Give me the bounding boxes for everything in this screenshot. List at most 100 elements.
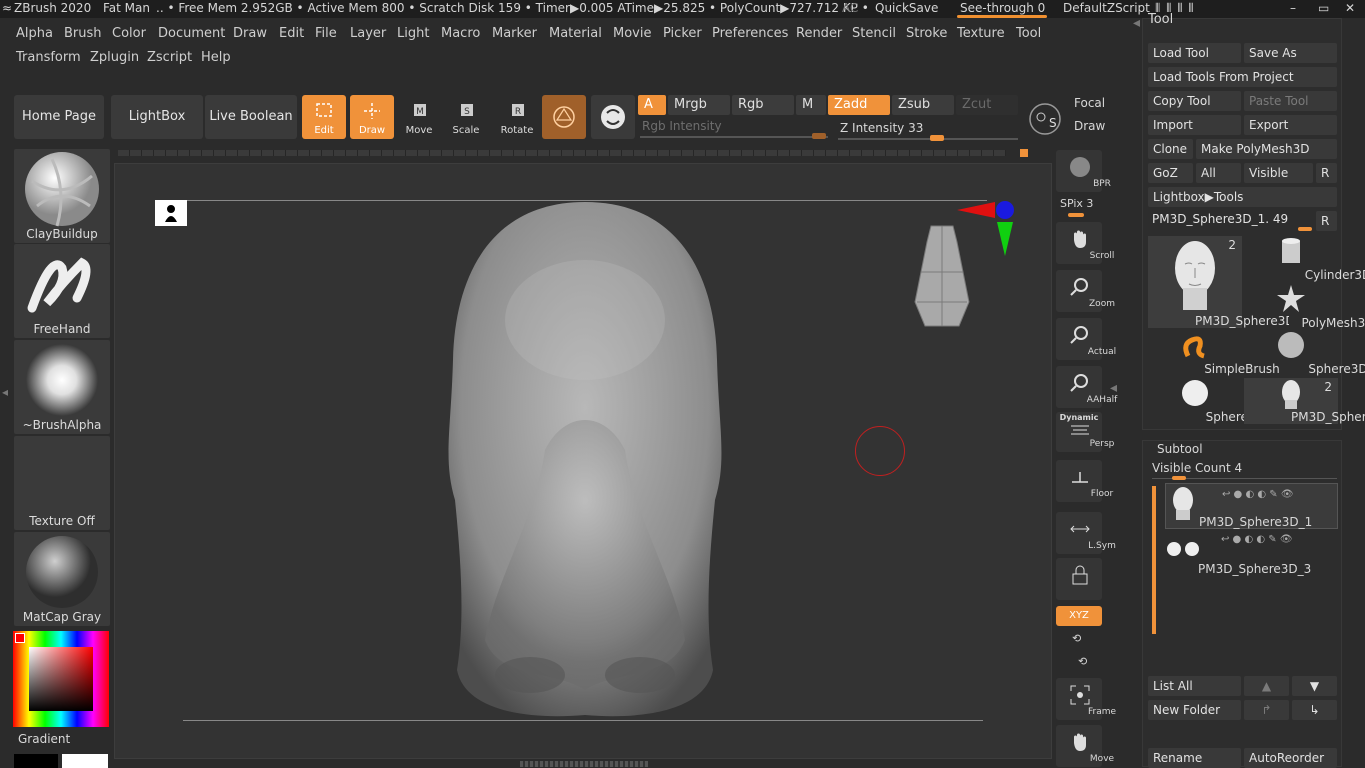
visible-count-handle[interactable] [1172,476,1186,480]
move-out-icon[interactable]: ↱ [1244,700,1289,720]
menu-layer[interactable]: Layer [350,26,386,41]
tool-thumb-pm3d-sphere3d-2[interactable]: 2 PM3D_Sphere3D [1244,378,1365,424]
a-toggle[interactable]: A [638,95,666,115]
rotate-button[interactable]: R Rotate [495,95,539,139]
lightbox-tools-button[interactable]: Lightbox▶Tools [1148,187,1337,207]
z-intensity-handle[interactable] [930,135,944,141]
make-polymesh-button[interactable]: Make PolyMesh3D [1196,139,1337,159]
stroke-selector[interactable]: FreeHand [14,244,110,338]
menu-picker[interactable]: Picker [663,26,702,41]
xyz-toggle[interactable]: XYZ [1056,606,1102,626]
mrgb-toggle[interactable]: Mrgb [668,95,730,115]
menu-movie[interactable]: Movie [613,26,651,41]
edit-button[interactable]: Edit [302,95,346,139]
clone-button[interactable]: Clone [1148,139,1193,159]
menu-brush[interactable]: Brush [64,26,102,41]
sculpt-head-mesh[interactable] [435,200,735,722]
texture-selector[interactable]: Texture Off [14,436,110,530]
zadd-toggle[interactable]: Zadd [828,95,890,115]
menu-transform[interactable]: Transform [16,50,81,65]
live-boolean-button[interactable]: Live Boolean [205,95,297,139]
goz-visible-button[interactable]: Visible [1244,163,1313,183]
current-tool-slider[interactable]: PM3D_Sphere3D_1. 49 [1152,212,1288,226]
tool-thumb-pm3d-sphere3d[interactable]: 2 PM3D_Sphere3D [1148,236,1289,328]
tool-r-button[interactable]: R [1316,211,1337,231]
menu-marker[interactable]: Marker [492,26,537,41]
bpr-button[interactable]: BPR [1056,150,1111,192]
zcut-toggle[interactable]: Zcut [956,95,1018,115]
bottom-tray-handle[interactable] [520,761,648,767]
lightbox-button[interactable]: LightBox [111,95,203,139]
left-tray-toggle-icon[interactable]: ◂ [2,385,8,399]
subtool-scrollbar[interactable] [1152,486,1156,634]
tool-thumb-cylinder3d[interactable]: Cylinder3D [1244,236,1365,282]
m-toggle[interactable]: M [796,95,826,115]
rgb-intensity-handle[interactable] [812,133,826,139]
default-zscript[interactable]: DefaultZScript [1063,1,1150,15]
secondary-color-swatch[interactable] [14,754,58,768]
goz-all-button[interactable]: All [1196,163,1241,183]
gizmo-button[interactable] [591,95,635,139]
paste-tool-button[interactable]: Paste Tool [1244,91,1337,111]
menu-help[interactable]: Help [201,50,231,65]
copy-tool-button[interactable]: Copy Tool [1148,91,1241,111]
color-square[interactable] [29,647,93,711]
zoom-button[interactable]: Zoom [1056,270,1115,312]
main-color-swatch[interactable] [62,754,108,768]
menu-stencil[interactable]: Stencil [852,26,896,41]
tool-panel-toggle-icon[interactable]: ◂ [1133,15,1140,31]
save-as-button[interactable]: Save As [1244,43,1337,63]
goz-r-button[interactable]: R [1316,163,1337,183]
autoreorder-button[interactable]: AutoReorder [1244,748,1337,768]
home-page-button[interactable]: Home Page [14,95,104,139]
quicksave-button[interactable]: QuickSave [875,1,938,15]
move-up-icon[interactable]: ▲ [1244,676,1289,696]
move-canvas-button[interactable]: Move [1056,725,1114,767]
tool-thumb-simplebrush[interactable]: SimpleBrush [1148,330,1280,376]
see-through-slider[interactable]: See-through 0 [960,1,1045,15]
aahalf-button[interactable]: AAHalf [1056,366,1117,408]
import-button[interactable]: Import [1148,115,1241,135]
goz-button[interactable]: GoZ [1148,163,1193,183]
persp-button[interactable]: Dynamic Persp [1056,412,1114,452]
scroll-button[interactable]: Scroll [1056,222,1114,264]
move-down-icon[interactable]: ▼ [1292,676,1337,696]
load-tools-from-project-button[interactable]: Load Tools From Project [1148,67,1337,87]
tool-thumb-sphere3d[interactable]: Sphere3D [1244,330,1365,376]
list-all-button[interactable]: List All [1148,676,1241,696]
z-intensity-slider[interactable] [838,138,1018,140]
tool-thumb-polymesh3d[interactable]: PolyMesh3D [1244,284,1365,330]
visible-count-label[interactable]: Visible Count 4 [1152,461,1242,475]
menu-macro[interactable]: Macro [441,26,480,41]
rgb-toggle[interactable]: Rgb [732,95,794,115]
new-folder-button[interactable]: New Folder [1148,700,1241,720]
current-tool-handle[interactable] [1298,227,1312,231]
draw-size-label[interactable]: Draw [1074,119,1105,133]
menu-material[interactable]: Material [549,26,602,41]
menu-color[interactable]: Color [112,26,146,41]
frame-button[interactable]: Frame [1056,678,1116,720]
spix-label[interactable]: SPix 3 [1060,197,1093,210]
subtool-toggle-icons[interactable]: ↩ ● ◐ ◐ ✎ 👁 [1222,489,1294,500]
draw-button[interactable]: Draw [350,95,394,139]
rotate-z-icon[interactable]: ⟲ [1078,655,1087,668]
scale-button[interactable]: S Scale [444,95,488,139]
color-picker[interactable] [13,631,109,727]
right-tray-toggle-icon[interactable]: ◂ [1110,380,1117,396]
menu-file[interactable]: File [315,26,337,41]
zsub-toggle[interactable]: Zsub [892,95,954,115]
menu-alpha[interactable]: Alpha [16,26,53,41]
document-canvas[interactable] [114,163,1052,759]
subtool-item-2[interactable]: ↩ ● ◐ ◐ ✎ 👁 PM3D_Sphere3D_3 [1165,531,1338,577]
move-button[interactable]: M Move [397,95,441,139]
tool-thumb-sphere3d-1[interactable]: Sphere3D_1 [1148,378,1278,424]
subtool-toggle-icons[interactable]: ↩ ● ◐ ◐ ✎ 👁 [1221,534,1293,545]
material-selector[interactable]: MatCap Gray [14,532,110,626]
menu-zscript[interactable]: Zscript [147,50,192,65]
load-tool-button[interactable]: Load Tool [1148,43,1241,63]
focal-label[interactable]: Focal [1074,96,1105,110]
ruler-marker[interactable] [1020,149,1028,157]
maximize-icon[interactable]: ▭ [1318,1,1329,15]
see-through-track[interactable] [957,15,1047,18]
sculptris-pro-button[interactable] [542,95,586,139]
